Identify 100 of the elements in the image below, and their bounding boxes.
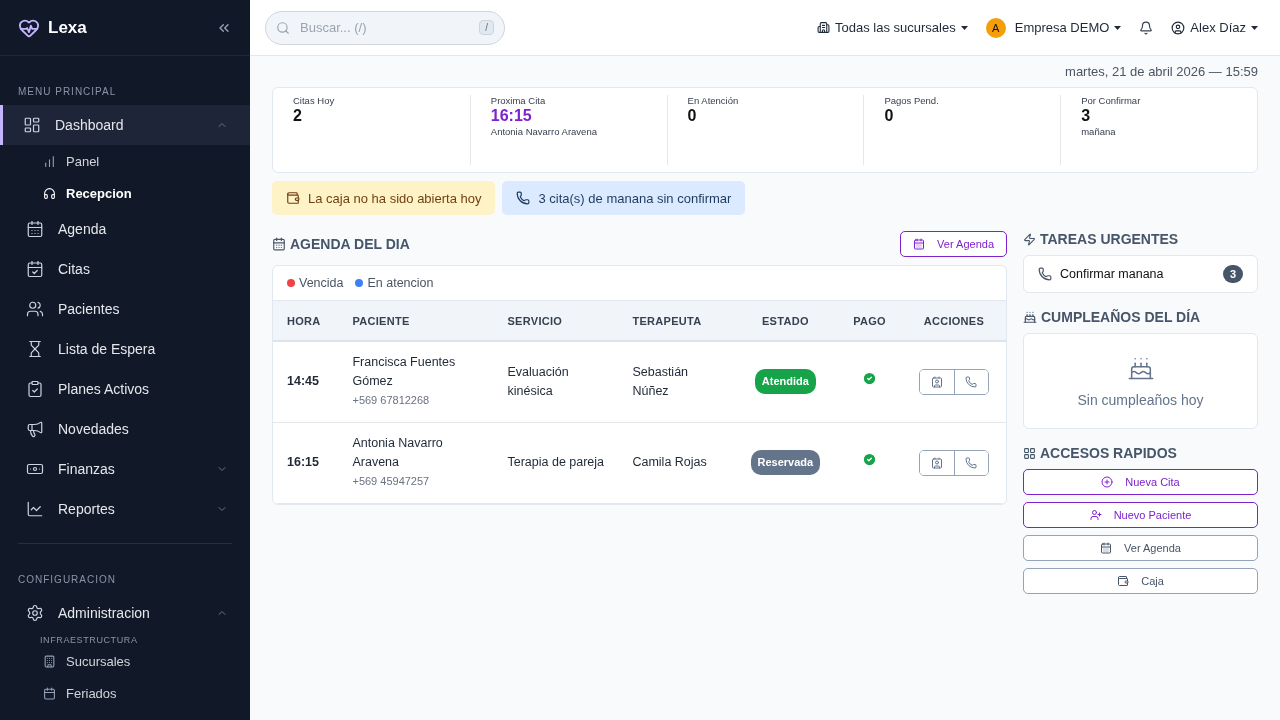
bar-chart-icon — [43, 154, 56, 168]
cake-icon — [1023, 310, 1037, 324]
sidebar-subitem[interactable]: Recepcion — [0, 177, 250, 209]
section-heading: TAREAS URGENTES — [1040, 231, 1179, 247]
table-cell: Camila Rojas — [618, 422, 734, 503]
phone-icon — [1038, 267, 1052, 281]
shortcut-button[interactable]: Ver Agenda — [1023, 535, 1258, 561]
users-icon — [26, 300, 44, 318]
status-badge: Reservada — [750, 450, 821, 475]
company-avatar: A — [985, 17, 1006, 38]
search-bar[interactable]: Buscar... (/) / — [265, 10, 505, 45]
calendar-check-icon — [26, 260, 44, 278]
legend-label: En atencion — [367, 276, 434, 290]
shortcut-button[interactable]: Nueva Cita — [1023, 469, 1258, 495]
patient-phone: +569 67812268 — [352, 393, 431, 409]
task-label: Confirmar manana — [1060, 267, 1164, 281]
sidebar-item[interactable]: Planes Activos — [0, 369, 250, 409]
call-button[interactable] — [953, 450, 988, 475]
shortcut-key: / — [479, 20, 494, 35]
headset-icon — [43, 186, 56, 200]
clipboard-icon — [26, 380, 44, 398]
sidebar-subitem[interactable]: Sucursales — [0, 645, 250, 677]
table-cell: 16:15 — [273, 422, 339, 503]
legend-label: Vencida — [299, 276, 344, 290]
stat-value: 2 — [293, 107, 303, 125]
sidebar-item[interactable]: Lista de Espera — [0, 329, 250, 369]
patient-phone: +569 45947257 — [352, 474, 431, 489]
column-header: SERVICIO — [493, 301, 619, 341]
calendar-icon — [26, 220, 44, 238]
building-icon — [43, 654, 56, 668]
date-time: martes, 21 de abril 2026 — 15:59 — [1065, 64, 1258, 79]
calendar-icon — [1100, 542, 1113, 554]
stat-value: 16:15 — [490, 107, 533, 125]
hourglass-icon — [26, 340, 44, 358]
search-field[interactable]: Buscar... (/) — [298, 19, 472, 36]
stat-label: Por Confirmar — [1081, 95, 1142, 106]
sidebar-item[interactable]: Novedades — [0, 409, 250, 449]
search-icon — [276, 20, 290, 35]
alert-text: 3 cita(s) de manana sin confirmar — [538, 190, 732, 206]
table-cell: 14:45 — [273, 341, 339, 422]
view-agenda-button[interactable]: Ver Agenda — [900, 231, 1007, 257]
stat-label: En Atención — [687, 95, 740, 106]
bell-icon[interactable] — [1139, 20, 1154, 35]
sidebar-item[interactable]: Citas — [0, 249, 250, 289]
sidebar-item[interactable]: Administracion — [0, 593, 250, 633]
stat-value: 0 — [687, 107, 698, 125]
stat-label: Citas Hoy — [293, 95, 336, 106]
stat-note: mañana — [1081, 126, 1117, 137]
table-cell: Sebastián Núñez — [618, 341, 734, 422]
dashboard-icon — [23, 116, 41, 134]
company-dropdown[interactable]: A Empresa DEMO — [985, 17, 1122, 38]
calendar-icon — [272, 237, 286, 251]
group-label: INFRAESTRUCTURA — [39, 635, 139, 645]
sidebar-subitem[interactable]: Feriados — [0, 677, 250, 709]
stat-value: 0 — [884, 107, 895, 125]
user-dropdown[interactable]: Alex Díaz — [1171, 20, 1258, 35]
brand-name: Lexa — [48, 17, 88, 38]
sidebar-item[interactable]: Dashboard — [0, 105, 250, 145]
call-button[interactable] — [953, 369, 988, 394]
column-header: ACCIONES — [901, 301, 1006, 341]
user-plus-icon — [1089, 509, 1102, 521]
sidebar-item[interactable]: Agenda — [0, 209, 250, 249]
caret-icon — [1251, 25, 1258, 30]
status-badge: Atendida — [754, 369, 816, 395]
branch-dropdown[interactable]: Todas las sucursales — [817, 20, 968, 35]
caret-icon — [960, 25, 968, 30]
calendar-icon — [913, 238, 926, 250]
section-heading: ACCESOS RAPIDOS — [1040, 445, 1177, 461]
patient-name: Francisca Fuentes Gómez — [352, 354, 457, 391]
stat-note: Antonia Navarro Aravena — [490, 126, 598, 137]
wallet-icon — [286, 191, 300, 205]
sidebar-item[interactable]: Pacientes — [0, 289, 250, 329]
grid-icon — [1023, 446, 1036, 460]
table-cell: Evaluación kinésica — [493, 341, 619, 422]
contact-card-icon — [930, 456, 943, 469]
shortcut-button[interactable]: Nuevo Paciente — [1023, 502, 1258, 528]
sidebar-item[interactable]: Reportes — [0, 489, 250, 529]
column-header: TERAPEUTA — [618, 301, 734, 341]
task-count: 3 — [1223, 265, 1243, 283]
sidebar-item[interactable]: Finanzas — [0, 449, 250, 489]
caret-icon — [1114, 25, 1122, 30]
section-heading: CUMPLEAÑOS DEL DÍA — [1041, 309, 1201, 325]
building-icon — [817, 21, 831, 34]
column-header: HORA — [273, 301, 339, 341]
empty-message: Sin cumpleaños hoy — [1077, 392, 1204, 408]
line-chart-icon — [26, 500, 44, 518]
column-header: PAGO — [837, 301, 902, 341]
stat-value: 3 — [1081, 107, 1092, 125]
phone-icon — [965, 456, 978, 469]
section-heading: AGENDA DEL DIA — [290, 236, 410, 252]
plus-circle-icon — [1101, 476, 1114, 488]
phone-icon — [965, 375, 978, 388]
column-header: ESTADO — [733, 301, 838, 341]
settings-icon — [26, 604, 44, 622]
alert-text: La caja no ha sido abierta hoy — [308, 190, 482, 206]
column-header: PACIENTE — [338, 301, 494, 341]
sidebar-subitem[interactable]: Panel — [0, 145, 250, 177]
shortcut-button[interactable]: Caja — [1023, 568, 1258, 594]
stat-label: Pagos Pend. — [884, 95, 940, 106]
user-icon — [1171, 20, 1186, 35]
